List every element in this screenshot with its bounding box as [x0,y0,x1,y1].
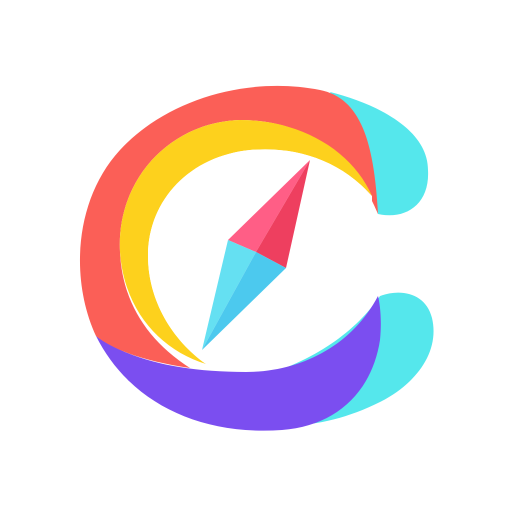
app-icon [0,0,512,512]
purple-band [96,296,381,431]
compass-logo-icon [79,85,434,431]
